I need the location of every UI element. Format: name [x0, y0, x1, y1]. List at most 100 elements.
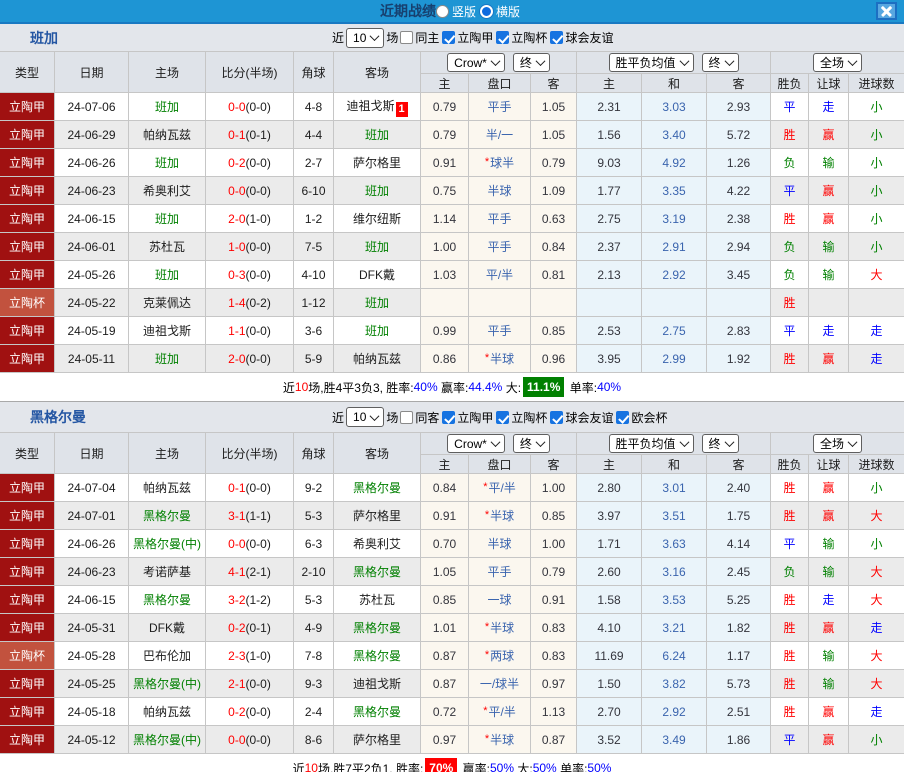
- corner-cell: 5-9: [294, 345, 334, 373]
- handicap-cell: 平手: [469, 93, 531, 121]
- checkbox-checked[interactable]: [616, 410, 630, 424]
- avg-stage-select[interactable]: 终: [701, 434, 739, 453]
- checkbox-unchecked[interactable]: [400, 410, 414, 424]
- avg-stage-select[interactable]: 终: [701, 53, 739, 72]
- odds-source-select[interactable]: Crow*: [447, 53, 505, 72]
- handicap-result-cell: 赢: [809, 205, 850, 233]
- home-odds-cell: 0.84: [421, 474, 469, 502]
- checkbox-checked[interactable]: [442, 410, 456, 424]
- score-cell: 1-4(0-2): [206, 289, 294, 317]
- odds-source-header-cell: Crow* 终: [421, 432, 578, 455]
- filter-controls: 近 10 场 同主 立陶甲 立陶杯 球会友谊: [330, 27, 616, 48]
- home-odds-cell: 0.91: [421, 149, 469, 177]
- home-team-cell: 帕纳瓦兹: [129, 698, 206, 726]
- halftime-score: (0-1): [245, 620, 271, 635]
- red-card-badge: 1: [395, 101, 408, 117]
- table-head: 类型 日期 主场 比分(半场) 角球 客场 Crow* 终胜平负均值终全场主盘口客主和客胜负让…: [0, 432, 904, 474]
- checkbox-label: 同主: [415, 31, 440, 45]
- summary-segment: 赢率:: [437, 380, 469, 395]
- result-cell: 胜: [771, 670, 810, 698]
- league-type-cell: 立陶甲: [0, 317, 55, 345]
- match-row: 立陶甲 24-06-26 黑格尔曼(中) 0-0(0-0) 6-3 希奥利艾 0.70 半球 1…: [0, 530, 904, 558]
- away-team-cell: 萨尔格里: [334, 149, 421, 177]
- home-odds-cell: 0.75: [421, 177, 469, 205]
- away-odds-cell: [531, 289, 578, 317]
- avg-type-select[interactable]: 胜平负均值: [608, 53, 694, 72]
- home-team-cell: 黑格尔曼(中): [129, 530, 206, 558]
- checkbox-checked[interactable]: [550, 31, 564, 44]
- away-odds-cell: 1.09: [531, 177, 578, 205]
- away-team-name: 萨尔格里: [352, 509, 401, 523]
- result-cell: 胜: [771, 586, 810, 614]
- column-header: 进球数: [849, 74, 904, 93]
- league-type-cell: 立陶甲: [0, 121, 55, 149]
- match-count-select[interactable]: 10: [346, 407, 385, 427]
- home-team-name: 黑格尔曼(中): [133, 537, 201, 551]
- avg-type-select-value: 胜平负均值: [615, 56, 676, 70]
- fulltime-score: 0-0: [228, 536, 246, 551]
- home-odds-cell: 1.14: [421, 205, 469, 233]
- goals-result-cell: 小: [849, 93, 904, 121]
- vertical-layout-radio[interactable]: [435, 4, 449, 18]
- column-header: 日期: [55, 51, 129, 93]
- date-cell: 24-05-28: [55, 642, 129, 670]
- away-team-name: 萨尔格里: [352, 156, 401, 170]
- date-cell: 24-06-29: [55, 121, 129, 149]
- avg-draw-cell: 2.92: [642, 698, 708, 726]
- handicap-text: 平手: [487, 240, 512, 254]
- horizontal-layout-radio[interactable]: [480, 4, 493, 18]
- avg-home-cell: 2.80: [577, 474, 643, 502]
- avg-home-cell: 2.31: [577, 93, 643, 121]
- checkbox-checked[interactable]: [496, 31, 510, 44]
- date-cell: 24-05-31: [55, 614, 129, 642]
- away-team-name: 黑格尔曼: [352, 565, 401, 579]
- halftime-score: (0-0): [245, 239, 271, 254]
- handicap-text: 半/一: [485, 128, 514, 142]
- checkbox-checked[interactable]: [496, 410, 510, 424]
- avg-type-select[interactable]: 胜平负均值: [608, 434, 694, 453]
- odds-source-select[interactable]: Crow*: [447, 434, 505, 453]
- period-select[interactable]: 全场: [813, 434, 863, 453]
- close-button[interactable]: [876, 2, 897, 20]
- corner-cell: 2-7: [294, 149, 334, 177]
- away-team-name: 帕纳瓦兹: [352, 352, 401, 366]
- avg-home-cell: 1.71: [577, 530, 643, 558]
- corner-cell: 7-5: [294, 233, 334, 261]
- halftime-score: (0-0): [245, 536, 271, 551]
- goals-result-cell: 小: [849, 726, 904, 754]
- away-team-cell: 萨尔格里: [334, 726, 421, 754]
- near-label: 近: [332, 31, 345, 45]
- checkbox-checked[interactable]: [550, 410, 564, 424]
- checkbox-unchecked[interactable]: [400, 31, 414, 44]
- vertical-layout-label: 竖版: [451, 4, 476, 19]
- home-team-cell: DFK戴: [129, 614, 206, 642]
- results-table: 类型 日期 主场 比分(半场) 角球 客场 Crow* 终胜平负均值终全场主盘口客主和客胜负让…: [0, 432, 904, 754]
- odds-stage-select[interactable]: 终: [512, 434, 550, 453]
- home-odds-cell: 0.87: [421, 642, 469, 670]
- avg-draw-cell: [642, 289, 708, 317]
- goals-result-cell: 小: [849, 149, 904, 177]
- home-odds-cell: 0.79: [421, 121, 469, 149]
- odds-stage-select[interactable]: 终: [512, 53, 550, 72]
- checkbox-checked[interactable]: [442, 31, 456, 44]
- checkbox-label: 欧会杯: [631, 410, 668, 425]
- summary-segment: 11.1%: [523, 377, 565, 397]
- avg-away-cell: 1.86: [707, 726, 772, 754]
- away-odds-cell: 0.83: [531, 642, 578, 670]
- avg-home-cell: 2.37: [577, 233, 643, 261]
- period-select[interactable]: 全场: [813, 53, 863, 72]
- handicap-cell: 平手: [469, 558, 531, 586]
- result-cell: 负: [771, 558, 810, 586]
- chevron-down-icon: [847, 437, 858, 448]
- corner-cell: 5-3: [294, 502, 334, 530]
- date-cell: 24-05-11: [55, 345, 129, 373]
- match-count-select[interactable]: 10: [346, 27, 385, 48]
- score-cell: 3-1(1-1): [206, 502, 294, 530]
- column-header: 和: [642, 74, 708, 93]
- summary-segment: 10: [294, 380, 309, 394]
- handicap-text: 平/半: [488, 705, 516, 719]
- avg-draw-cell: 3.19: [642, 205, 708, 233]
- star-icon: *: [484, 621, 490, 633]
- column-header: 比分(半场): [206, 432, 294, 474]
- away-team-cell: 维尔纽斯: [334, 205, 421, 233]
